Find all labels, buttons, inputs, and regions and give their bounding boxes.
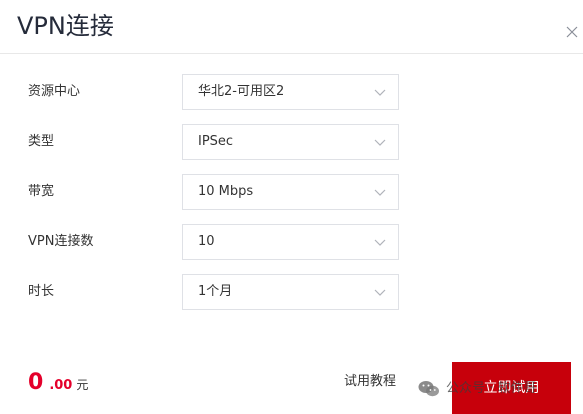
chevron-down-icon	[374, 137, 386, 147]
dialog-title: VPN连接	[17, 12, 114, 40]
chevron-down-icon	[374, 87, 386, 97]
field-row-type: 类型 IPSec	[0, 124, 583, 160]
select-value: 1个月	[198, 284, 233, 299]
chevron-down-icon	[374, 237, 386, 247]
price-decimal: .00	[49, 378, 73, 393]
close-icon[interactable]	[566, 26, 578, 38]
price-display: 0 .00 元	[28, 370, 88, 398]
price-unit: 元	[76, 378, 89, 392]
field-label: 类型	[28, 134, 55, 149]
vpn-connections-select[interactable]: 10	[182, 224, 399, 260]
select-value: 10	[198, 234, 215, 249]
select-value: IPSec	[198, 134, 234, 149]
wechat-icon	[418, 380, 440, 398]
vpn-connection-dialog: VPN连接 资源中心 华北2-可用区2 类型 IPSec 带宽 10 Mbps …	[0, 0, 583, 414]
select-value: 华北2-可用区2	[198, 84, 285, 99]
field-row-resource-center: 资源中心 华北2-可用区2	[0, 74, 583, 110]
resource-center-select[interactable]: 华北2-可用区2	[182, 74, 399, 110]
select-value: 10 Mbps	[198, 184, 254, 199]
watermark-text: 公众号 · 软件哥	[446, 381, 537, 396]
field-row-vpn-connections: VPN连接数 10	[0, 224, 583, 260]
chevron-down-icon	[374, 287, 386, 297]
field-label: 资源中心	[28, 84, 81, 99]
field-label: 时长	[28, 284, 55, 299]
type-select[interactable]: IPSec	[182, 124, 399, 160]
field-label: VPN连接数	[28, 234, 94, 249]
dialog-header: VPN连接	[0, 0, 583, 54]
chevron-down-icon	[374, 187, 386, 197]
field-row-duration: 时长 1个月	[0, 274, 583, 310]
field-label: 带宽	[28, 184, 55, 199]
field-row-bandwidth: 带宽 10 Mbps	[0, 174, 583, 210]
duration-select[interactable]: 1个月	[182, 274, 399, 310]
watermark: 公众号 · 软件哥	[418, 377, 536, 401]
price-integer: 0	[28, 370, 44, 395]
trial-tutorial-link[interactable]: 试用教程	[344, 370, 396, 394]
bandwidth-select[interactable]: 10 Mbps	[182, 174, 399, 210]
